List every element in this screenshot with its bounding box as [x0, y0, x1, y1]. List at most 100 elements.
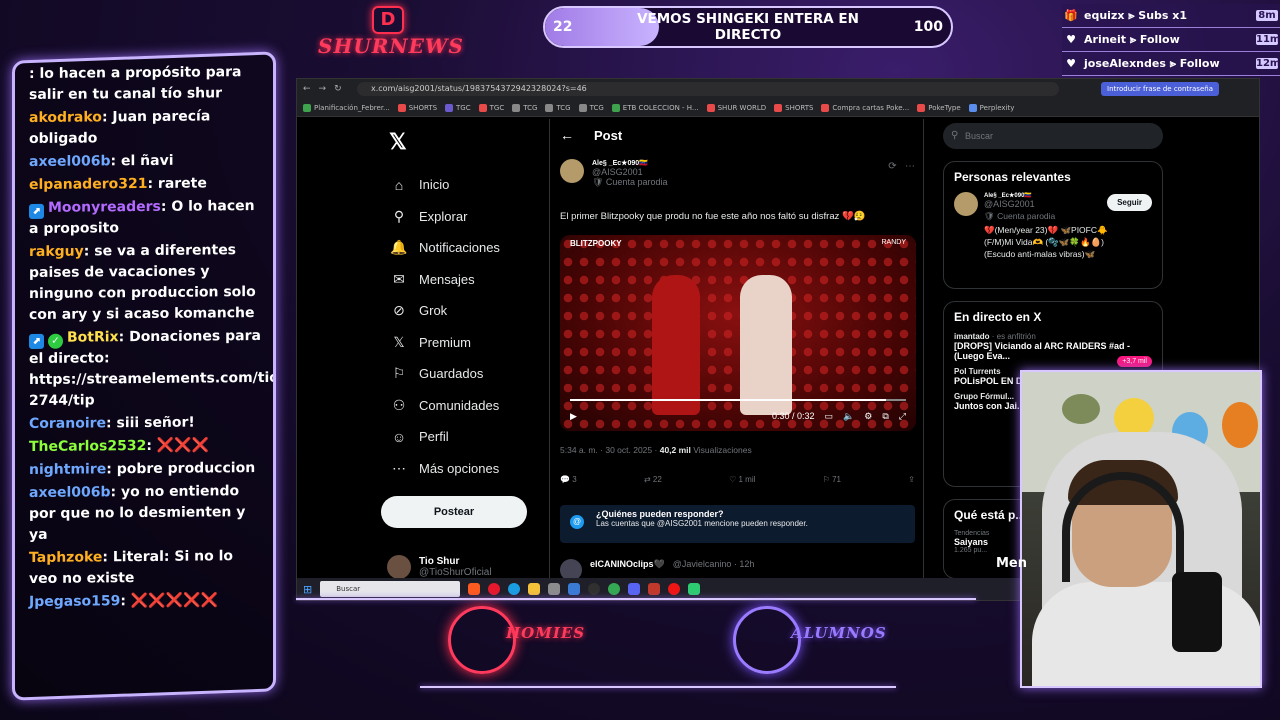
- account-switcher[interactable]: Tio Shur @TioShurOficial: [387, 555, 492, 579]
- bookmark-button[interactable]: ⚐ 71: [823, 475, 841, 484]
- reply-button[interactable]: 💬 3: [560, 475, 577, 484]
- bookmark-item[interactable]: SHORTS: [397, 103, 438, 112]
- bookmark-item[interactable]: TCG: [545, 103, 571, 112]
- chat-message: Coranoire: siii señor!: [29, 412, 263, 435]
- bookmark-label: Planificación_Febrer...: [314, 103, 390, 112]
- nav-item-notificaciones[interactable]: 🔔 Notificaciones: [381, 232, 531, 264]
- bookmark-item[interactable]: TCG: [578, 103, 604, 112]
- bookmark-item[interactable]: TGC: [478, 103, 504, 112]
- nav-item-perfil[interactable]: ☺ Perfil: [381, 421, 531, 453]
- pip-icon[interactable]: ⧉: [882, 411, 888, 422]
- like-button[interactable]: ♡ 1 mil: [729, 475, 755, 484]
- grok-icon[interactable]: ⟳: [888, 161, 896, 172]
- bookmark-item[interactable]: TCG: [512, 103, 537, 112]
- folder-icon[interactable]: [528, 583, 541, 595]
- follow-button[interactable]: Seguir: [1107, 194, 1152, 211]
- nav-item-label: Guardados: [419, 366, 484, 382]
- chat-text: : rarete: [147, 175, 207, 192]
- windows-start-icon[interactable]: ⊞: [303, 583, 312, 596]
- relevant-person: Ale§ _Ec★090🇻🇪 @AISG2001 🛡 Cuenta parodi…: [954, 192, 1152, 260]
- nav-item-premium[interactable]: 𝕏 Premium: [381, 327, 531, 359]
- video-player[interactable]: BLITZPOOKY RANDY ▶ 0:30 / 0:32 ▭ 🔈 ⚙ ⧉ ⤢: [560, 235, 916, 431]
- volume-icon[interactable]: 🔈: [843, 411, 854, 422]
- opera-icon[interactable]: [488, 583, 501, 595]
- store-icon[interactable]: [568, 583, 581, 595]
- bookmark-favicon-icon: [774, 103, 783, 112]
- bookmark-label: SHORTS: [408, 103, 438, 112]
- pokeball-icon[interactable]: [668, 583, 681, 595]
- nav-item-comunidades[interactable]: ⚇ Comunidades: [381, 390, 531, 422]
- avatar[interactable]: [954, 192, 978, 216]
- bookmark-item[interactable]: Compra cartas Poke...: [821, 103, 909, 112]
- brand-name: SHURNEWS: [318, 34, 464, 58]
- bookmark-item[interactable]: Perplexity: [968, 103, 1014, 112]
- app-icon[interactable]: [548, 583, 561, 595]
- nav-item-label: Comunidades: [419, 397, 500, 413]
- post-button[interactable]: Postear: [381, 496, 527, 528]
- chat-message: Taphzoke: Literal: Si no lo veo no exist…: [29, 546, 263, 590]
- chat-username[interactable]: Coranoire: [29, 415, 106, 432]
- app-icon[interactable]: [688, 583, 701, 595]
- chat-username[interactable]: Taphzoke: [29, 549, 102, 566]
- back-arrow-icon[interactable]: ←: [560, 127, 574, 143]
- forward-icon[interactable]: →: [319, 84, 327, 94]
- chat-username[interactable]: BotRix: [67, 329, 119, 345]
- bookmark-favicon-icon: [917, 103, 926, 112]
- avatar[interactable]: [560, 159, 584, 183]
- address-bar[interactable]: x.com/aisg2001/status/198375437294232802…: [357, 82, 1059, 96]
- reload-icon[interactable]: ↻: [334, 84, 342, 94]
- bookmark-favicon-icon: [706, 103, 715, 112]
- repost-button[interactable]: ⇄ 22: [644, 475, 662, 484]
- stream-chat: : lo hacen a propósito para salir en tu …: [12, 51, 276, 701]
- chat-username[interactable]: akodrako: [29, 109, 102, 126]
- bookmark-item[interactable]: TGC: [445, 103, 471, 112]
- password-prompt[interactable]: Introducir frase de contraseña: [1101, 82, 1219, 96]
- at-icon: @: [570, 515, 584, 529]
- captions-icon[interactable]: ▭: [825, 411, 834, 422]
- bell-icon: 🔔: [390, 239, 408, 256]
- bookmark-label: SHORTS: [785, 103, 814, 112]
- settings-icon[interactable]: ⚙: [864, 411, 872, 422]
- chat-username[interactable]: elpanadero321: [29, 176, 147, 193]
- bookmark-item[interactable]: SHUR WORLD: [706, 103, 766, 112]
- nav-item-inicio[interactable]: ⌂ Inicio: [381, 169, 531, 201]
- play-icon[interactable]: ▶: [570, 411, 577, 422]
- nav-item-mensajes[interactable]: ✉ Mensajes: [381, 264, 531, 296]
- bookmark-item[interactable]: SHORTS: [774, 103, 814, 112]
- chrome-icon[interactable]: [608, 583, 621, 595]
- taskbar-search[interactable]: Buscar: [320, 581, 461, 597]
- nav-item-grok[interactable]: ⊘ Grok: [381, 295, 531, 327]
- author-name[interactable]: Ale§ _Ec★090🇻🇪: [592, 159, 667, 167]
- search-input[interactable]: Buscar: [943, 123, 1163, 149]
- x-logo-icon[interactable]: 𝕏: [389, 129, 531, 155]
- chat-username[interactable]: Jpegaso159: [29, 593, 120, 610]
- homies-label: HOMIES: [506, 624, 586, 642]
- fullscreen-icon[interactable]: ⤢: [899, 411, 906, 422]
- nav-item-label: Perfil: [419, 429, 449, 445]
- edge-icon[interactable]: [508, 583, 521, 595]
- chat-username[interactable]: axeel006b: [29, 484, 111, 501]
- nav-item-guardados[interactable]: ⚐ Guardados: [381, 358, 531, 390]
- bookmark-item[interactable]: Planificación_Febrer...: [303, 103, 390, 112]
- bookmark-item[interactable]: ETB COLECCION - H...: [611, 103, 699, 112]
- chat-username[interactable]: Moonyreaders: [48, 199, 161, 216]
- bookmark-item[interactable]: PokeType: [917, 103, 961, 112]
- nav-item-explorar[interactable]: ⚲ Explorar: [381, 201, 531, 233]
- app-icon[interactable]: [648, 583, 661, 595]
- chat-username[interactable]: axeel006b: [29, 153, 111, 170]
- obs-icon[interactable]: [588, 583, 601, 595]
- author-handle[interactable]: @AISG2001: [592, 167, 667, 177]
- post-author[interactable]: Ale§ _Ec★090🇻🇪 @AISG2001 🛡 Cuenta parodi…: [560, 159, 667, 188]
- chat-username[interactable]: nightmire: [29, 461, 106, 478]
- shurnews-logo: D SHURNEWS: [318, 6, 464, 62]
- nav-item-más-opciones[interactable]: ⋯ Más opciones: [381, 453, 531, 485]
- chat-message: ⬈ Moonyreaders: O lo hacen a proposito: [29, 196, 263, 240]
- chat-username[interactable]: TheCarlos2532: [29, 438, 146, 455]
- back-icon[interactable]: ←: [303, 84, 311, 94]
- share-icon[interactable]: ⇪: [908, 475, 915, 484]
- discord-icon[interactable]: [628, 583, 641, 595]
- more-options-icon[interactable]: ⋯: [905, 161, 915, 172]
- chat-text: : ❌❌❌: [146, 437, 210, 454]
- chat-username[interactable]: rakguy: [29, 244, 84, 260]
- brave-icon[interactable]: [468, 583, 481, 595]
